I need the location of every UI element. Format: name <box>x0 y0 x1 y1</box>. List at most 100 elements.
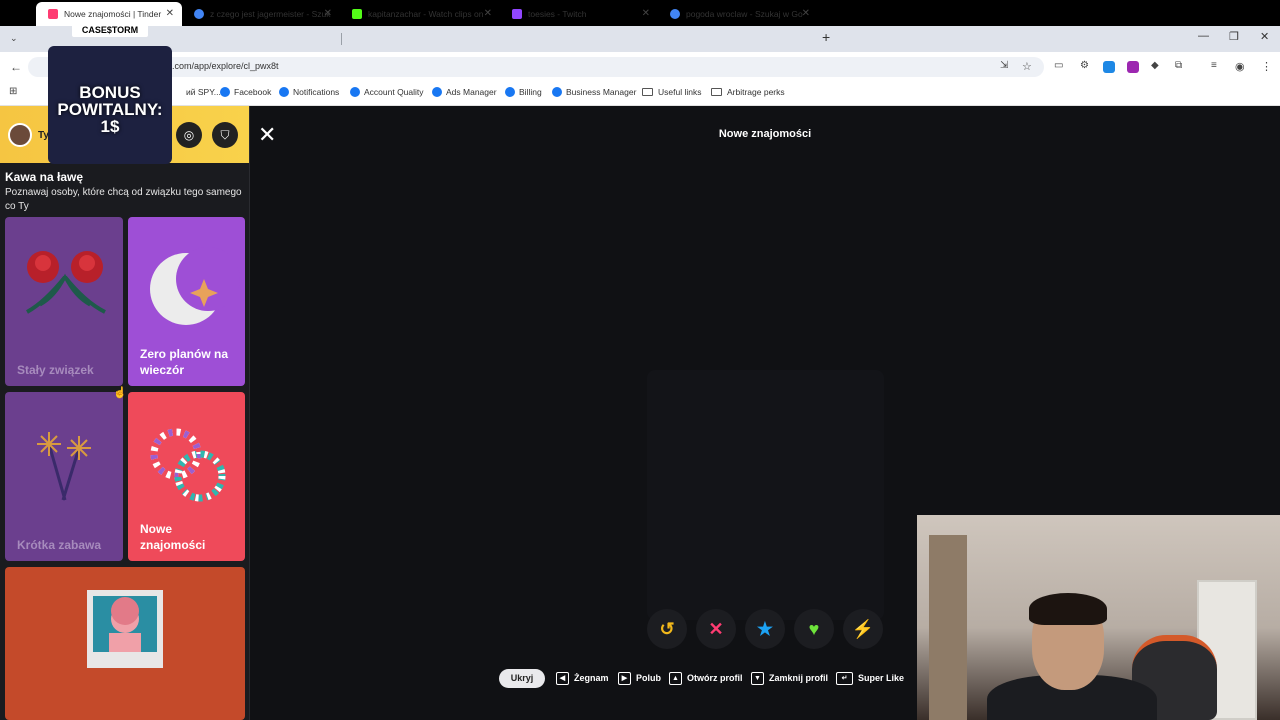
close-icon[interactable]: ✕ <box>258 124 276 146</box>
explore-button[interactable]: ◎ <box>176 122 202 148</box>
facebook-icon <box>350 87 360 97</box>
promo-overlay: BONUS POWITALNY: 1$ <box>48 46 172 164</box>
tab-title: z czego jest jagermeister - Szuk <box>210 9 331 19</box>
arrow-down-key-icon: ▼ <box>751 671 764 685</box>
section-subtitle: Poznawaj osoby, które chcą od związku te… <box>5 187 242 212</box>
tab-close-icon[interactable]: ✕ <box>642 8 650 19</box>
bookmark-useful-links[interactable]: Useful links <box>642 87 701 97</box>
avatar[interactable] <box>8 123 32 147</box>
hide-hints-button[interactable]: Ukryj <box>499 669 545 688</box>
restore-icon[interactable]: ❐ <box>1229 30 1239 43</box>
bookmark-label: ий SPY... <box>186 87 221 97</box>
card-nowe-znajomosci[interactable]: Nowe znajomości <box>128 392 245 561</box>
camera-icon[interactable]: ▭ <box>1054 60 1063 71</box>
sparklers-icon <box>37 432 91 501</box>
casestorm-logo: CASE$TORM <box>72 23 148 37</box>
page-title: Nowe znajomości <box>718 128 812 140</box>
profile-icon[interactable]: ◉ <box>1235 60 1245 73</box>
minimize-icon[interactable]: — <box>1198 30 1209 42</box>
card-zero-planow[interactable]: Zero planów na wieczór <box>128 217 245 386</box>
boost-button[interactable]: ⚡ <box>843 609 883 649</box>
x-icon: ✕ <box>708 618 724 639</box>
tab-title: kapitanzachar - Watch clips on <box>368 9 484 19</box>
tab-google-weather[interactable]: pogoda wroclaw - Szukaj w Go ✕ <box>658 2 818 26</box>
back-icon[interactable]: ← <box>10 60 22 74</box>
bookmark-spy[interactable]: ий SPY... <box>186 87 221 97</box>
tab-kick[interactable]: kapitanzachar - Watch clips on ✕ <box>340 2 500 26</box>
apps-grid-icon[interactable]: ⊞ <box>9 86 17 97</box>
nope-button[interactable]: ✕ <box>696 609 736 649</box>
hint-like: ▶ Polub <box>618 670 661 686</box>
bookmark-account-quality[interactable]: Account Quality <box>350 87 424 97</box>
bookmark-star-icon[interactable]: ☆ <box>1022 60 1032 73</box>
extension-blue-icon[interactable] <box>1103 61 1115 73</box>
facebook-icon <box>505 87 515 97</box>
tab-close-icon[interactable]: ✕ <box>166 8 174 19</box>
webcam-person-hair <box>1029 593 1107 625</box>
bookmark-label: Useful links <box>658 87 702 97</box>
bookmark-arbitrage-perks[interactable]: Arbitrage perks <box>711 87 785 97</box>
facebook-icon <box>279 87 289 97</box>
google-favicon-icon <box>670 9 680 19</box>
facebook-icon <box>220 87 230 97</box>
hint-nope: ◀ Żegnam <box>556 670 609 686</box>
extensions-puzzle-icon[interactable]: ⧉ <box>1175 60 1182 71</box>
bookmark-billing[interactable]: Billing <box>505 87 542 97</box>
tab-search-icon[interactable]: ⌄ <box>10 33 18 44</box>
hint-label: Otwórz profil <box>687 673 743 683</box>
card-label: Nowe znajomości <box>140 522 206 552</box>
tab-separator <box>341 33 342 45</box>
like-button[interactable]: ♥ <box>794 609 834 649</box>
extension-purple-icon[interactable] <box>1127 61 1139 73</box>
card-label: Krótka zabawa <box>17 538 102 552</box>
card-staly-zwiazek[interactable]: Stały związek <box>5 217 123 386</box>
roses-icon <box>26 251 106 314</box>
tab-bar <box>0 26 1280 52</box>
close-window-icon[interactable]: ✕ <box>1260 30 1269 43</box>
bookmark-label: Account Quality <box>364 87 424 97</box>
rewind-button[interactable]: ↺ <box>647 609 687 649</box>
bookmark-label: Business Manager <box>566 87 637 97</box>
star-icon: ★ <box>756 618 774 639</box>
extension-shield-icon[interactable]: ◆ <box>1151 60 1159 71</box>
hint-label: Polub <box>636 673 661 683</box>
bookmark-notifications[interactable]: Notifications <box>279 87 339 97</box>
hint-super-like: ↵ Super Like <box>836 670 904 686</box>
menu-kebab-icon[interactable]: ⋮ <box>1261 60 1272 73</box>
folder-icon <box>642 88 653 96</box>
card-krotka-zabawa[interactable]: Krótka zabawa <box>5 392 123 561</box>
hint-label: Zamknij profil <box>769 673 829 683</box>
tab-close-icon[interactable]: ✕ <box>802 8 810 19</box>
webcam-door <box>929 535 967 720</box>
browser-window: ⌄ Nowe znajomości | Tinder ✕ z czego jes… <box>0 0 1280 720</box>
install-icon[interactable]: ⇲ <box>1000 60 1008 71</box>
profile-card-placeholder <box>647 370 884 620</box>
bookmark-label: Ads Manager <box>446 87 497 97</box>
facebook-icon <box>552 87 562 97</box>
enter-key-icon: ↵ <box>836 671 853 685</box>
tab-close-icon[interactable]: ✕ <box>324 8 332 19</box>
twitch-favicon-icon <box>512 9 522 19</box>
tab-close-icon[interactable]: ✕ <box>484 8 492 19</box>
hint-close-profile: ▼ Zamknij profil <box>751 670 828 686</box>
compass-icon: ◎ <box>183 128 195 142</box>
section-title: Kawa na ławę <box>5 170 84 184</box>
mouse-cursor-icon: ☝ <box>113 387 127 399</box>
bookmark-ads-manager[interactable]: Ads Manager <box>432 87 497 97</box>
hint-label: Żegnam <box>574 673 609 683</box>
new-tab-button[interactable]: + <box>822 29 830 45</box>
safety-button[interactable]: ⛉ <box>212 122 238 148</box>
bookmark-business-manager[interactable]: Business Manager <box>552 87 636 97</box>
tab-twitch[interactable]: toesies - Twitch ✕ <box>500 2 658 26</box>
tab-google-jager[interactable]: z czego jest jagermeister - Szuk ✕ <box>182 2 340 26</box>
extension-icon[interactable]: ⚙ <box>1080 60 1089 71</box>
super-like-button[interactable]: ★ <box>745 609 785 649</box>
media-icon[interactable]: ≡ <box>1211 60 1217 71</box>
card-photo[interactable] <box>5 567 245 720</box>
tinder-favicon-icon <box>48 9 58 19</box>
bookmark-facebook[interactable]: Facebook <box>220 87 271 97</box>
bookmark-label: Facebook <box>234 87 272 97</box>
sidebar: Ty ◎ ⛉ Kawa na ławę Poznawaj osoby, któr… <box>0 106 250 720</box>
promo-text: BONUS POWITALNY: 1$ <box>57 83 163 136</box>
google-favicon-icon <box>194 9 204 19</box>
